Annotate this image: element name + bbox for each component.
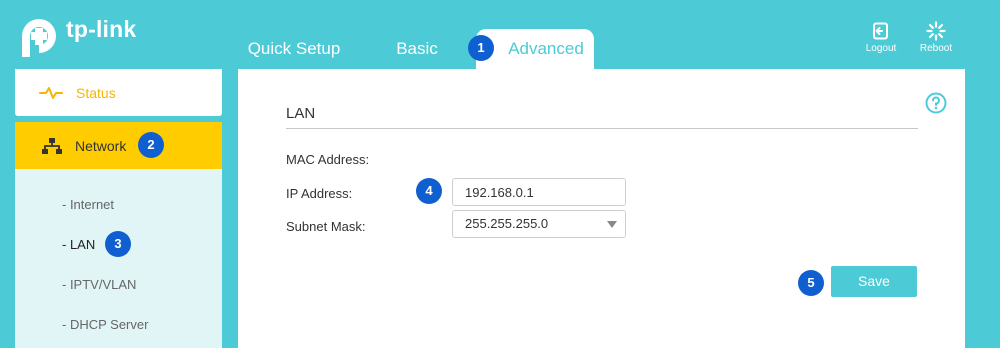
reboot-icon: [926, 21, 946, 41]
step-badge-2: 2: [138, 132, 164, 158]
ip-address-label: IP Address:: [286, 186, 353, 201]
step-badge-4: 4: [416, 178, 442, 204]
subnav-item-dhcp-server[interactable]: - DHCP Server: [62, 317, 148, 332]
subnet-mask-value: 255.255.255.0: [465, 216, 549, 231]
reboot-button[interactable]: Reboot: [913, 20, 959, 54]
logout-label: Logout: [865, 43, 897, 54]
ip-address-input[interactable]: [452, 178, 626, 206]
sidebar-item-status-label: Status: [76, 84, 116, 101]
tab-basic[interactable]: Basic: [372, 29, 462, 69]
sidebar-item-status[interactable]: Status: [15, 69, 222, 116]
sidebar-item-network[interactable]: Network: [15, 122, 222, 169]
subnav-item-internet[interactable]: - Internet: [62, 197, 114, 212]
network-subnav: - Internet - LAN - IPTV/VLAN - DHCP Serv…: [15, 169, 222, 348]
subnav-item-iptv-vlan[interactable]: - IPTV/VLAN: [62, 277, 136, 292]
tab-quick-setup[interactable]: Quick Setup: [232, 29, 356, 69]
logout-button[interactable]: Logout: [858, 20, 904, 54]
step-badge-3: 3: [105, 231, 131, 257]
main-panel: LAN MAC Address: IP Address: Subnet Mask…: [238, 69, 965, 348]
network-topology-icon: [42, 137, 62, 154]
help-icon: [925, 92, 947, 114]
save-button[interactable]: Save: [831, 266, 917, 297]
subnet-mask-label: Subnet Mask:: [286, 219, 366, 234]
pulse-icon: [39, 86, 63, 99]
sidebar-item-network-label: Network: [75, 137, 127, 154]
section-divider: [286, 128, 918, 129]
step-badge-5: 5: [798, 270, 824, 296]
subnet-mask-select[interactable]: 255.255.255.0: [452, 210, 626, 238]
subnav-item-lan[interactable]: - LAN: [62, 237, 95, 252]
mac-address-label: MAC Address:: [286, 152, 370, 167]
step-badge-1: 1: [468, 35, 494, 61]
brand-name: tp-link: [66, 15, 137, 42]
sidebar: Status Network 2 - Internet - LAN - IPTV…: [15, 69, 222, 348]
tp-link-logo-icon: [22, 19, 56, 57]
logout-icon: [873, 22, 888, 40]
reboot-label: Reboot: [919, 43, 953, 54]
dropdown-caret-icon: [607, 221, 617, 228]
section-title: LAN: [286, 105, 316, 122]
help-button[interactable]: [925, 92, 947, 119]
tp-link-logo: tp-link: [14, 12, 136, 60]
